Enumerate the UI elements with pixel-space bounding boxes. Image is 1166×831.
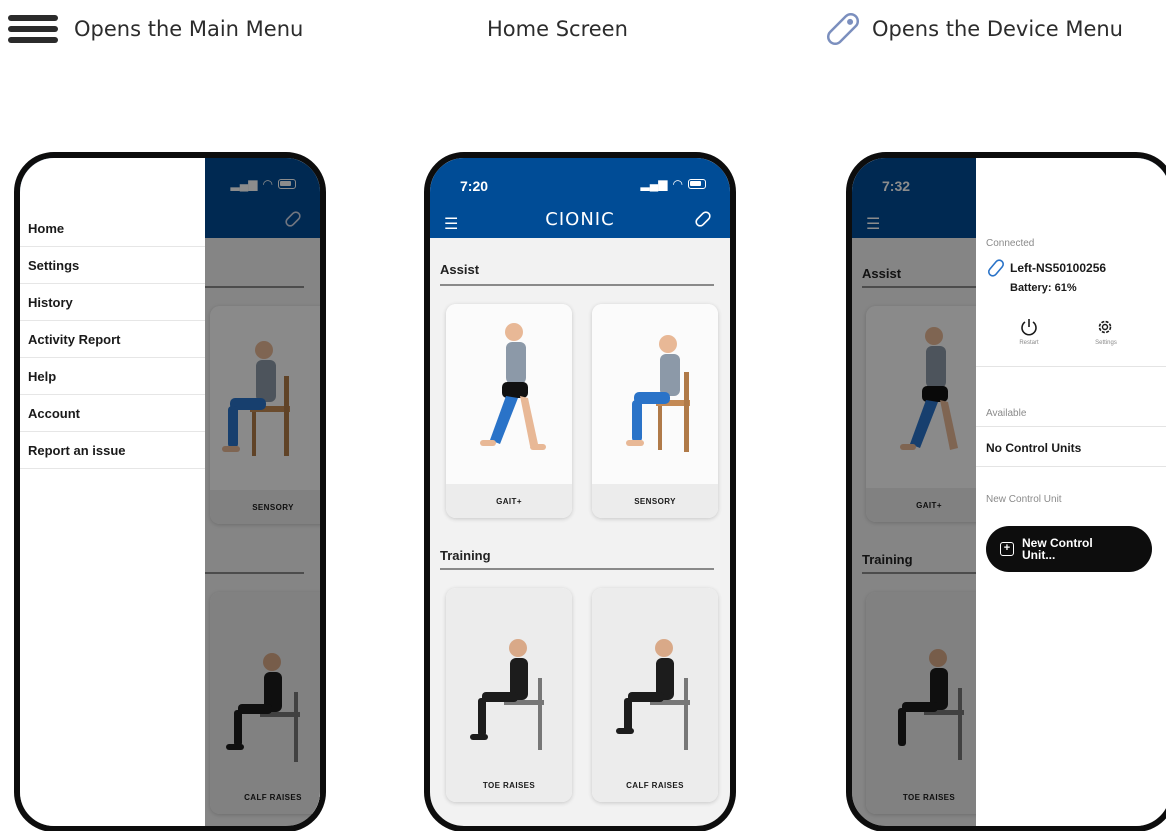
available-label: Available xyxy=(986,408,1027,419)
device-battery: Battery: 61% xyxy=(1010,282,1077,294)
sensor-icon xyxy=(987,259,1005,277)
card-label: SENSORY xyxy=(592,484,718,518)
device-menu-caption-text: Opens the Device Menu xyxy=(872,17,1123,41)
sensory-card[interactable]: SENSORY xyxy=(592,304,718,518)
main-menu-list: Home Settings History Activity Report He… xyxy=(20,210,205,469)
card-image xyxy=(592,304,718,484)
menu-item-activity-report[interactable]: Activity Report xyxy=(20,321,205,358)
sensor-icon[interactable] xyxy=(694,210,712,228)
main-menu-drawer: Home Settings History Activity Report He… xyxy=(20,158,205,826)
calf-raises-card[interactable]: CALF RAISES xyxy=(592,588,718,802)
card-image xyxy=(446,588,572,768)
no-control-units-text: No Control Units xyxy=(986,441,1082,455)
card-label: GAIT+ xyxy=(446,484,572,518)
status-icons: ▂▄▆ ◠ xyxy=(641,177,706,191)
wifi-icon: ◠ xyxy=(672,177,683,191)
home-screen-caption: Home Screen xyxy=(487,12,628,46)
section-title-assist: Assist xyxy=(440,262,480,277)
menu-item-help[interactable]: Help xyxy=(20,358,205,395)
gait-card[interactable]: GAIT+ xyxy=(446,304,572,518)
toe-raises-card[interactable]: TOE RAISES xyxy=(446,588,572,802)
signal-icon: ▂▄▆ xyxy=(640,177,668,191)
main-menu-caption: Opens the Main Menu xyxy=(8,12,303,46)
battery-icon xyxy=(688,179,706,189)
new-control-unit-label: New Control Unit xyxy=(986,494,1062,505)
restart-label: Restart xyxy=(1019,340,1039,346)
plus-square-icon: + xyxy=(1000,542,1014,556)
card-image xyxy=(446,304,572,484)
section-divider xyxy=(440,568,714,570)
new-control-unit-button-label: New Control Unit... xyxy=(1022,537,1093,561)
menu-item-report-issue[interactable]: Report an issue xyxy=(20,432,205,469)
card-label: TOE RAISES xyxy=(446,768,572,802)
brand-logo: CIONIC xyxy=(545,209,615,230)
panel-divider xyxy=(976,426,1166,427)
seated-woman-illustration xyxy=(616,639,690,750)
section-title-training: Training xyxy=(440,548,491,563)
panel-divider xyxy=(976,466,1166,467)
button-label-line: Unit... xyxy=(1022,548,1056,562)
hamburger-icon xyxy=(8,15,58,43)
menu-item-home[interactable]: Home xyxy=(20,210,205,247)
device-menu-panel: Connected Left-NS50100256 Battery: 61% R… xyxy=(976,158,1166,826)
sensor-icon xyxy=(826,12,860,46)
connected-label: Connected xyxy=(986,238,1035,249)
phone-device-menu: 7:32 ☰ Assist GAIT+ Training TOE RAISES … xyxy=(846,152,1166,831)
gear-icon[interactable] xyxy=(1096,318,1114,336)
device-name[interactable]: Left-NS50100256 xyxy=(1010,261,1106,275)
device-menu-caption: Opens the Device Menu xyxy=(820,12,1123,46)
phone-main-menu: ▂▄▆ ◠ SENSORY CALF RAISES Home Settings … xyxy=(14,152,326,831)
new-control-unit-button[interactable]: + New Control Unit... xyxy=(986,526,1152,572)
seated-man-illustration xyxy=(626,335,690,452)
phone-home-screen: 7:20 ▂▄▆ ◠ ☰ CIONIC Assist GAIT+ SENSORY… xyxy=(424,152,736,831)
menu-item-settings[interactable]: Settings xyxy=(20,247,205,284)
home-screen-caption-text: Home Screen xyxy=(487,17,628,41)
main-menu-caption-text: Opens the Main Menu xyxy=(74,17,304,41)
card-label: CALF RAISES xyxy=(592,768,718,802)
panel-divider xyxy=(976,366,1166,367)
seated-woman-illustration xyxy=(470,639,544,750)
menu-item-account[interactable]: Account xyxy=(20,395,205,432)
power-icon[interactable] xyxy=(1020,318,1038,336)
menu-item-history[interactable]: History xyxy=(20,284,205,321)
settings-label: Settings xyxy=(1095,340,1117,346)
status-time: 7:20 xyxy=(460,178,489,194)
card-image xyxy=(592,588,718,768)
walking-man-illustration xyxy=(480,323,546,450)
section-divider xyxy=(440,284,714,286)
